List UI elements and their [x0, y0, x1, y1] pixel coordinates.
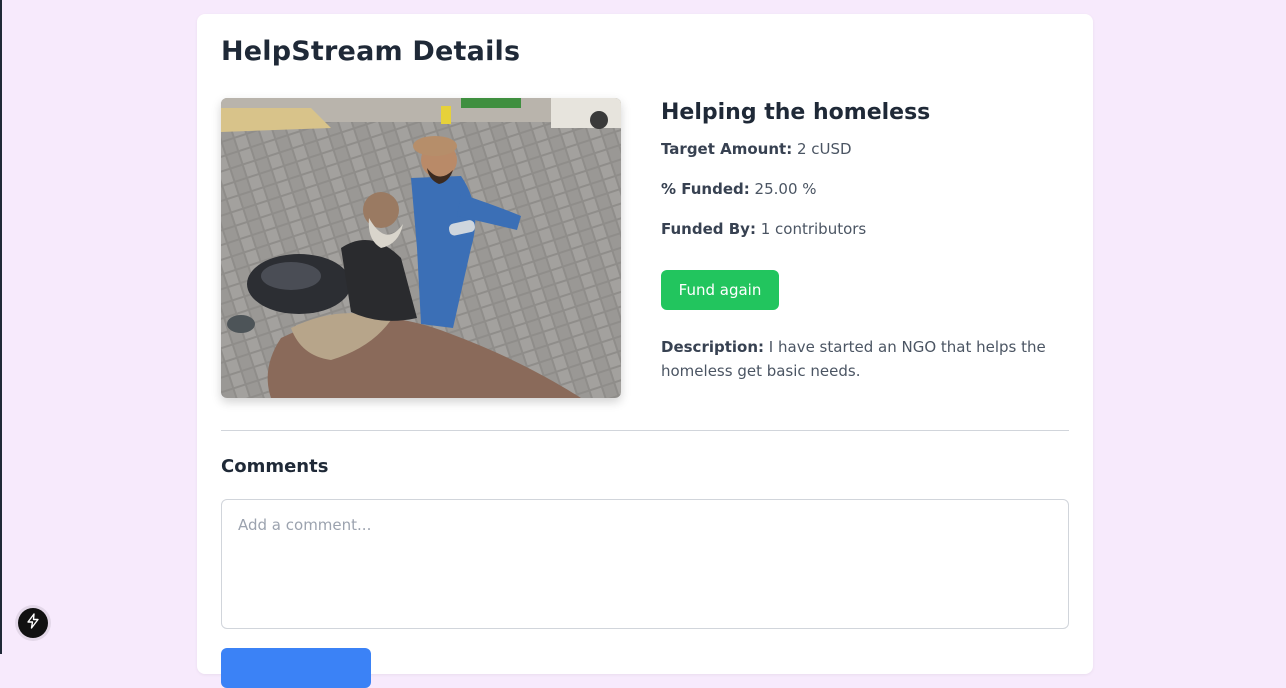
comments-heading: Comments — [221, 456, 329, 477]
percent-funded: % Funded: 25.00 % — [661, 179, 817, 199]
funded-by-value: 1 contributors — [760, 220, 867, 238]
target-amount: Target Amount: 2 cUSD — [661, 139, 852, 159]
details-card: HelpStream Details Helping the homeless … — [197, 14, 1093, 688]
submit-comment-button[interactable] — [221, 648, 371, 688]
page-title: HelpStream Details — [221, 36, 521, 67]
target-amount-value: 2 cUSD — [796, 140, 852, 158]
fund-again-button[interactable]: Fund again — [661, 270, 779, 310]
window-edge — [0, 0, 2, 654]
funded-by-label: Funded By: — [661, 220, 756, 238]
target-amount-label: Target Amount: — [661, 140, 793, 158]
lightning-icon — [25, 613, 41, 633]
description: Description: I have started an NGO that … — [661, 335, 1051, 383]
campaign-image — [221, 98, 621, 398]
description-label: Description: — [661, 338, 765, 356]
percent-funded-label: % Funded: — [661, 180, 750, 198]
divider — [221, 430, 1069, 431]
campaign-title: Helping the homeless — [661, 100, 931, 125]
funded-by: Funded By: 1 contributors — [661, 219, 866, 239]
comment-input[interactable] — [221, 499, 1069, 629]
dev-tools-badge[interactable] — [18, 608, 48, 638]
campaign-info: Helping the homeless Target Amount: 2 cU… — [661, 98, 1061, 380]
percent-funded-value: 25.00 % — [754, 180, 817, 198]
